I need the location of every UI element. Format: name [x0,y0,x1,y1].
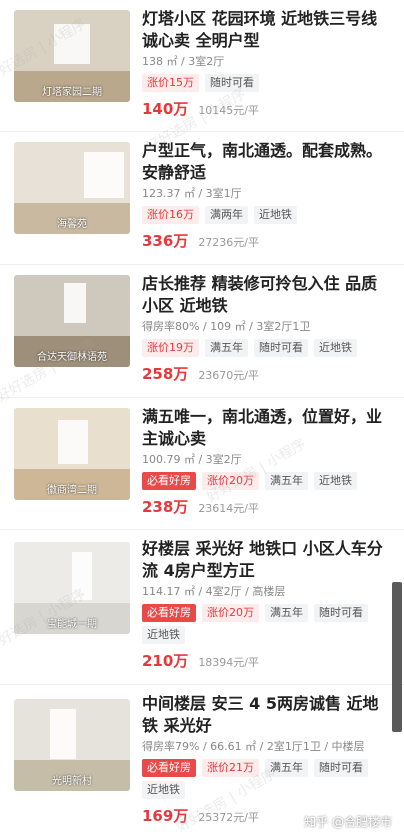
tag-list: 涨价15万 随时可看 [142,74,390,92]
feature-tag: 满五年 [265,472,308,490]
feature-tag: 随时可看 [314,759,368,777]
unit-price: 27236元/平 [198,236,260,249]
price-rise-tag: 涨价20万 [202,472,259,490]
feature-tag: 满五年 [265,759,308,777]
listing-title[interactable]: 店长推荐 精装修可拎包入住 品质小区 近地铁 [142,273,390,317]
community-name: 光明新村 [52,776,92,787]
listing-meta: 得房率79% / 66.61 ㎡ / 2室1厅1卫 / 中楼层 [142,740,365,753]
feature-tag: 随时可看 [314,604,368,622]
listing-info: 店长推荐 精装修可拎包入住 品质小区 近地铁 得房率80% / 109 ㎡ / … [142,273,390,384]
feature-tag: 近地铁 [142,781,185,799]
price-row: 210万 18394元/平 [142,650,390,671]
listing-info: 中间楼层 安三 4 5两房诚售 近地铁 采光好 得房率79% / 66.61 ㎡… [142,693,390,826]
feature-tag: 满五年 [265,604,308,622]
price-rise-tag: 涨价20万 [202,604,259,622]
listing-meta: 114.17 ㎡ / 4室2厅 / 高楼层 [142,585,286,598]
community-name: 灯塔家园二期 [42,87,102,98]
listing-info: 灯塔小区 花园环境 近地铁三号线诚心卖 全明户型 138 ㎡ / 3室2厅 涨价… [142,8,390,119]
feature-tag: 近地铁 [142,626,185,644]
tag-list: 必看好房 涨价20万 满五年 近地铁 [142,472,390,490]
photo-window [84,152,124,198]
price-row: 336万 27236元/平 [142,230,390,251]
scrollbar[interactable] [392,582,402,732]
tag-list: 必看好房 涨价21万 满五年 随时可看 近地铁 [142,759,390,799]
unit-price: 23614元/平 [198,502,260,515]
listing-title[interactable]: 好楼层 采光好 地铁口 小区人车分流 4房户型方正 [142,538,390,582]
listing-info: 好楼层 采光好 地铁口 小区人车分流 4房户型方正 114.17 ㎡ / 4室2… [142,538,390,671]
unit-price: 25372元/平 [198,811,260,824]
unit-price: 10145元/平 [198,104,260,117]
listing-card[interactable]: 徽商湾二期 满五唯一，南北通透，位置好，业主诚心卖 100.79 ㎡ / 3室2… [0,398,404,530]
listing-card[interactable]: 海馨苑 户型正气，南北通透。配套成熟。安静舒适 123.37 ㎡ / 3室1厅 … [0,132,404,265]
feature-tag: 随时可看 [205,74,259,92]
feature-tag: 近地铁 [314,339,357,357]
listing-photo[interactable]: 海馨苑 [14,142,130,234]
feature-tag: 满五年 [205,339,248,357]
tag-list: 必看好房 涨价20万 满五年 随时可看 近地铁 [142,604,390,644]
price-row: 238万 23614元/平 [142,496,390,517]
feature-tag: 满两年 [205,206,248,224]
must-see-badge: 必看好房 [142,472,196,490]
photo-window [58,420,88,464]
community-name: 合达天御林语苑 [37,352,107,363]
listing-photo[interactable]: 徽商湾二期 [14,408,130,500]
price-rise-tag: 涨价15万 [142,74,199,92]
listing-title[interactable]: 中间楼层 安三 4 5两房诚售 近地铁 采光好 [142,693,390,737]
photo-window [54,24,90,64]
total-price: 238万 [142,498,189,516]
photo-window [64,283,86,323]
feature-tag: 随时可看 [254,339,308,357]
community-name: 徽商湾二期 [47,485,97,496]
unit-price: 18394元/平 [198,656,260,669]
total-price: 140万 [142,100,189,118]
listing-card[interactable]: 灯塔家园二期 灯塔小区 花园环境 近地铁三号线诚心卖 全明户型 138 ㎡ / … [0,0,404,132]
total-price: 169万 [142,807,189,825]
tag-list: 涨价16万 满两年 近地铁 [142,206,390,224]
listing-card[interactable]: 合达天御林语苑 店长推荐 精装修可拎包入住 品质小区 近地铁 得房率80% / … [0,265,404,398]
feature-tag: 近地铁 [254,206,297,224]
price-rise-tag: 涨价16万 [142,206,199,224]
total-price: 210万 [142,652,189,670]
price-rise-tag: 涨价19万 [142,339,199,357]
listing-card[interactable]: 宝能城一期 好楼层 采光好 地铁口 小区人车分流 4房户型方正 114.17 ㎡… [0,530,404,685]
total-price: 336万 [142,232,189,250]
must-see-badge: 必看好房 [142,604,196,622]
total-price: 258万 [142,365,189,383]
listing-title[interactable]: 满五唯一，南北通透，位置好，业主诚心卖 [142,406,390,450]
listing-photo[interactable]: 宝能城一期 [14,542,130,634]
footer-watermark: 知乎 @合肥楼市 [304,815,392,829]
listing-photo[interactable]: 光明新村 [14,699,130,791]
unit-price: 23670元/平 [198,369,260,382]
listing-title[interactable]: 灯塔小区 花园环境 近地铁三号线诚心卖 全明户型 [142,8,390,52]
price-row: 140万 10145元/平 [142,98,390,119]
feature-tag: 近地铁 [314,472,357,490]
listing-info: 户型正气，南北通透。配套成熟。安静舒适 123.37 ㎡ / 3室1厅 涨价16… [142,140,390,251]
listing-info: 满五唯一，南北通透，位置好，业主诚心卖 100.79 ㎡ / 3室2厅 必看好房… [142,406,390,517]
photo-window [72,552,92,600]
community-name: 海馨苑 [57,219,87,230]
listing-meta: 138 ㎡ / 3室2厅 [142,55,225,68]
price-row: 258万 23670元/平 [142,363,390,384]
listing-meta: 得房率80% / 109 ㎡ / 3室2厅1卫 [142,320,311,333]
photo-window [50,709,76,759]
listing-meta: 123.37 ㎡ / 3室1厅 [142,187,242,200]
must-see-badge: 必看好房 [142,759,196,777]
listing-meta: 100.79 ㎡ / 3室2厅 [142,453,242,466]
price-rise-tag: 涨价21万 [202,759,259,777]
tag-list: 涨价19万 满五年 随时可看 近地铁 [142,339,390,357]
listing-photo[interactable]: 灯塔家园二期 [14,10,130,102]
community-name: 宝能城一期 [47,619,97,630]
listing-title[interactable]: 户型正气，南北通透。配套成熟。安静舒适 [142,140,390,184]
listing-photo[interactable]: 合达天御林语苑 [14,275,130,367]
